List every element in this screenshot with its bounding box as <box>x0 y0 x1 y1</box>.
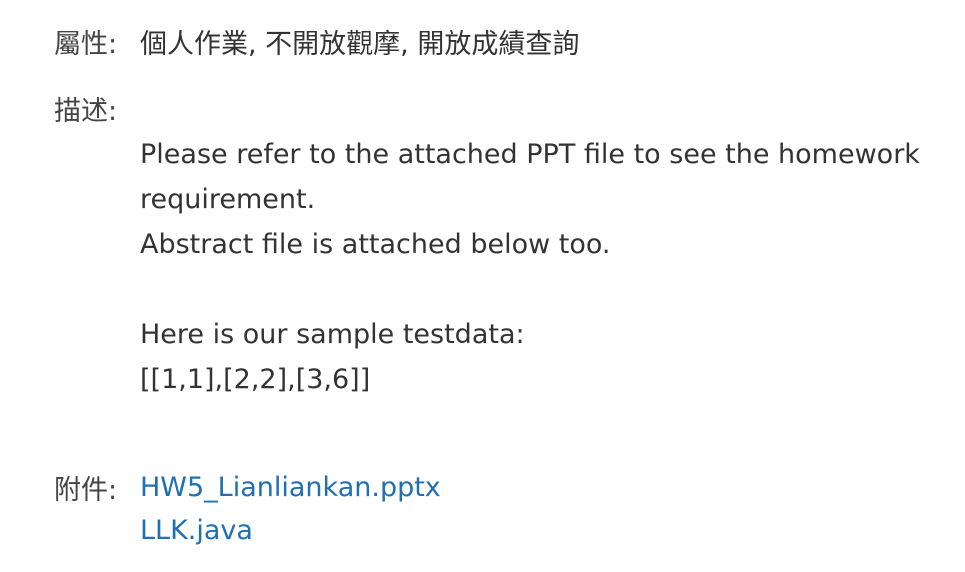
attachments-list: HW5_Lianliankan.pptx LLK.java <box>140 466 441 552</box>
attributes-label: 屬性: <box>54 29 118 60</box>
description-line-6: [[1,1],[2,2],[3,6]] <box>140 364 371 395</box>
attachments-label: 附件: <box>54 475 118 506</box>
attachment-link-java[interactable]: LLK.java <box>140 509 441 552</box>
attachments-row: 附件: HW5_Lianliankan.pptx LLK.java <box>54 468 441 552</box>
attachment-link-pptx[interactable]: HW5_Lianliankan.pptx <box>140 466 441 509</box>
description-blank-line <box>140 267 930 312</box>
attributes-row: 屬性: 個人作業, 不開放觀摩, 開放成績查詢 <box>54 22 579 61</box>
description-label: 描述: <box>54 96 118 127</box>
description-row: 描述: <box>54 89 140 128</box>
description-line-3: Abstract file is attached below too. <box>140 229 611 260</box>
description-line-5: Here is our sample testdata: <box>140 319 525 350</box>
description-body: Please refer to the attached PPT file to… <box>140 132 930 402</box>
description-line-2: requirement. <box>140 184 316 215</box>
description-line-1: Please refer to the attached PPT file to… <box>140 139 920 170</box>
attributes-value: 個人作業, 不開放觀摩, 開放成績查詢 <box>140 29 580 60</box>
